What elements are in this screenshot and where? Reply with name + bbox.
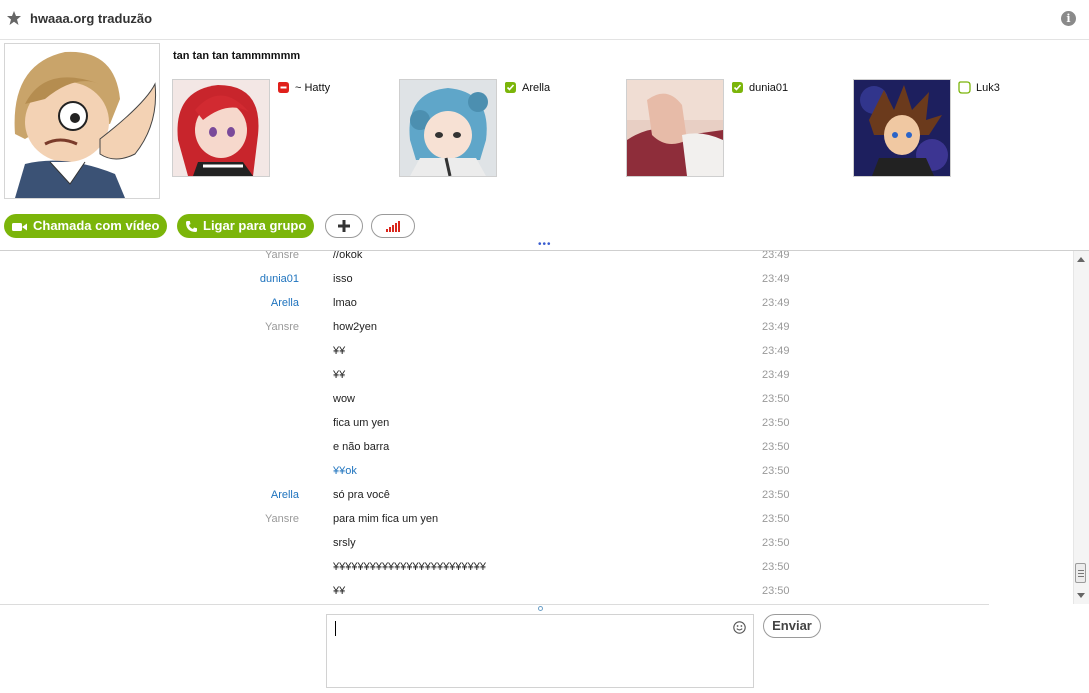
message-row: e não barra 23:50 — [0, 441, 1070, 465]
message-row: Yansre how2yen 23:49 — [0, 321, 1070, 345]
status-away-icon — [958, 81, 971, 94]
message-row: Yansre //okok 23:49 — [0, 250, 1070, 273]
message-sender[interactable]: Yansre — [265, 251, 299, 261]
member-avatar[interactable] — [172, 79, 270, 177]
text-caret — [335, 621, 336, 636]
conversation-title: hwaaa.org traduzão — [30, 11, 153, 26]
group-avatar[interactable] — [4, 43, 160, 199]
message-sender[interactable]: Yansre — [265, 513, 299, 525]
member-avatar[interactable] — [853, 79, 951, 177]
message-time: 23:49 — [762, 273, 790, 285]
group-call-button[interactable]: Ligar para grupo — [177, 214, 315, 238]
message-text: ¥¥ok — [333, 465, 357, 477]
message-sender[interactable]: Arella — [271, 297, 299, 309]
message-time: 23:50 — [762, 513, 790, 525]
message-text: ¥¥ — [333, 585, 346, 597]
message-text: fica um yen — [333, 417, 390, 429]
message-sender[interactable]: dunia01 — [260, 273, 299, 285]
divider — [0, 604, 989, 605]
message-text: srsly — [333, 537, 356, 549]
message-time: 23:50 — [762, 393, 790, 405]
status-online-icon — [732, 82, 743, 93]
status-busy-icon — [278, 82, 289, 93]
message-time: 23:49 — [762, 345, 790, 357]
status-online-icon — [505, 82, 516, 93]
title-bar: hwaaa.org traduzão i — [0, 0, 1089, 40]
message-time: 23:50 — [762, 489, 790, 501]
add-button[interactable] — [325, 214, 363, 238]
message-time: 23:50 — [762, 465, 790, 477]
message-text: wow — [333, 393, 356, 405]
message-text: ¥¥ — [333, 345, 346, 357]
message-row: dunia01 isso 23:49 — [0, 273, 1070, 297]
message-list: Yansre //okok 23:49 dunia01 isso 23:49 A… — [0, 250, 1089, 605]
message-row: Arella lmao 23:49 — [0, 297, 1070, 321]
composer-resize-handle[interactable] — [538, 606, 543, 611]
message-time: 23:50 — [762, 417, 790, 429]
message-row: ¥¥ok 23:50 — [0, 465, 1070, 489]
message-text: ¥¥¥¥¥¥¥¥¥¥¥¥¥¥¥¥¥¥¥¥¥¥¥¥¥ — [333, 561, 486, 573]
info-icon[interactable]: i — [1061, 11, 1076, 26]
message-row: Yansre para mim fica um yen 23:50 — [0, 513, 1070, 537]
scroll-down-arrow-icon[interactable] — [1077, 593, 1085, 598]
message-row: fica um yen 23:50 — [0, 417, 1070, 441]
group-call-label: Ligar para grupo — [203, 218, 307, 233]
message-time: 23:50 — [762, 537, 790, 549]
message-input[interactable] — [326, 614, 754, 688]
message-text: só pra você — [333, 489, 390, 501]
member-name: Luk3 — [976, 82, 1000, 94]
chat-scrollbar[interactable] — [1073, 251, 1089, 604]
message-sender[interactable]: Arella — [271, 489, 299, 501]
message-time: 23:49 — [762, 321, 790, 333]
message-time: 23:49 — [762, 250, 790, 261]
message-text: isso — [333, 273, 353, 285]
message-time: 23:50 — [762, 585, 790, 597]
message-row: wow 23:50 — [0, 393, 1070, 417]
video-call-button[interactable]: Chamada com vídeo — [4, 214, 168, 238]
message-text: lmao — [333, 297, 357, 309]
member-avatar[interactable] — [399, 79, 497, 177]
emoticon-icon[interactable] — [733, 621, 746, 634]
phone-icon — [186, 221, 197, 233]
scroll-up-arrow-icon[interactable] — [1077, 257, 1085, 262]
video-camera-icon — [12, 222, 27, 231]
call-quality-button[interactable] — [371, 214, 415, 238]
member-name: ~ Hatty — [295, 82, 331, 94]
message-sender[interactable]: Yansre — [265, 321, 299, 333]
message-text: ¥¥ — [333, 369, 346, 381]
message-text: e não barra — [333, 441, 390, 453]
member-name: dunia01 — [749, 82, 789, 94]
message-row: ¥¥ 23:49 — [0, 369, 1070, 393]
favorite-star-icon[interactable] — [6, 10, 22, 26]
message-time: 23:50 — [762, 561, 790, 573]
signal-bars-icon — [386, 221, 400, 232]
message-row: ¥¥¥¥¥¥¥¥¥¥¥¥¥¥¥¥¥¥¥¥¥¥¥¥¥ 23:50 — [0, 561, 1070, 585]
message-row: ¥¥ 23:50 — [0, 585, 1070, 605]
message-text: how2yen — [333, 321, 378, 333]
message-row: Arella só pra você 23:50 — [0, 489, 1070, 513]
expand-handle[interactable]: ••• — [538, 240, 552, 250]
scrollbar-thumb[interactable] — [1075, 563, 1086, 583]
group-topic: tan tan tan tammmmmm — [173, 50, 301, 62]
message-time: 23:50 — [762, 441, 790, 453]
member-avatar[interactable] — [626, 79, 724, 177]
member-name: Arella — [522, 82, 551, 94]
message-time: 23:49 — [762, 369, 790, 381]
message-text: //okok — [333, 250, 363, 261]
video-call-label: Chamada com vídeo — [33, 218, 160, 233]
send-button[interactable]: Enviar — [763, 614, 821, 638]
message-row: ¥¥ 23:49 — [0, 345, 1070, 369]
message-text: para mim fica um yen — [333, 513, 439, 525]
message-time: 23:49 — [762, 297, 790, 309]
message-row: srsly 23:50 — [0, 537, 1070, 561]
plus-icon — [338, 220, 350, 232]
